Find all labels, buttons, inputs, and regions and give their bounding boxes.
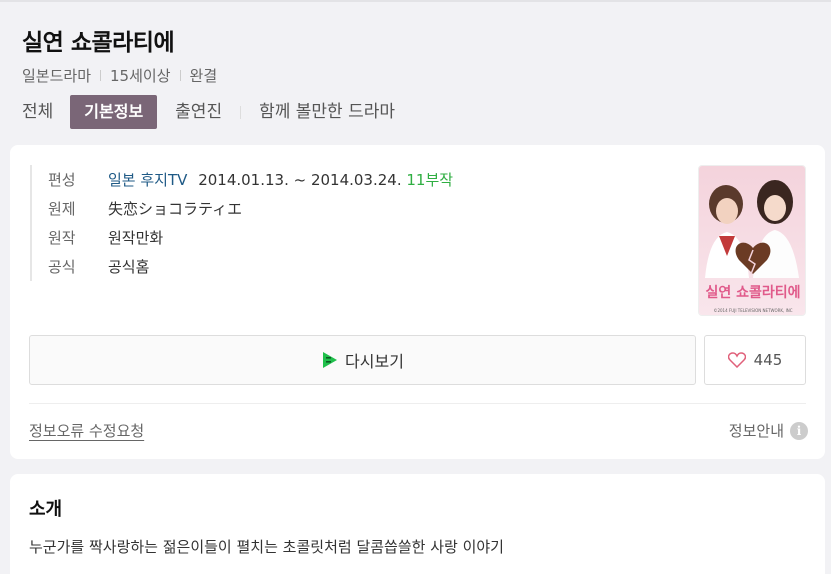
poster-title: 실연 쇼콜라티에 — [705, 285, 800, 301]
original-title-value: 失恋ショコラティエ — [108, 200, 243, 218]
info-guide-button[interactable]: 정보안내 i — [729, 420, 808, 441]
divider — [29, 403, 806, 404]
info-key: 원제 — [48, 200, 76, 218]
tab-bar: 전체 기본정보 출연진 함께 볼만한 드라마 — [22, 95, 395, 129]
tab-related-dramas[interactable]: 함께 볼만한 드라마 — [259, 95, 395, 129]
info-key: 공식 — [48, 258, 76, 276]
watch-again-label: 다시보기 — [345, 352, 404, 371]
info-icon: i — [790, 421, 808, 440]
play-icon — [321, 351, 339, 369]
info-key: 편성 — [48, 171, 76, 189]
info-row-original-title: 원제 失恋ショコラティエ — [48, 194, 453, 223]
info-row-original-work: 원작 원작만화 — [48, 223, 453, 252]
poster-copyright: ©2014 FUJI TELEVISION NETWORK, INC — [713, 308, 792, 313]
meta-rating: 15세이상 — [110, 67, 171, 85]
info-key: 원작 — [48, 229, 76, 247]
info-list: 편성 일본 후지TV 2014.01.13. ~ 2014.03.24. 11부… — [30, 165, 453, 281]
report-error-link[interactable]: 정보오류 수정요청 — [29, 420, 144, 441]
meta-status: 완결 — [189, 67, 218, 85]
header: 실연 쇼콜라티에 일본드라마 15세이상 완결 — [22, 28, 821, 86]
meta-info: 일본드라마 15세이상 완결 — [22, 65, 821, 86]
intro-text: 누군가를 짝사랑하는 젊은이들이 펼치는 초콜릿처럼 달콤씁쓸한 사랑 이야기 — [29, 538, 504, 556]
basic-info-card: 편성 일본 후지TV 2014.01.13. ~ 2014.03.24. 11부… — [10, 145, 825, 459]
intro-card: 소개 누군가를 짝사랑하는 젊은이들이 펼치는 초콜릿처럼 달콤씁쓸한 사랑 이… — [10, 474, 825, 574]
meta-genre: 일본드라마 — [22, 67, 92, 85]
intro-heading: 소개 — [29, 499, 63, 520]
tab-all[interactable]: 전체 — [22, 95, 53, 129]
tab-cast[interactable]: 출연진 — [175, 95, 222, 129]
original-work-link[interactable]: 원작만화 — [108, 227, 163, 248]
tab-basic-info[interactable]: 기본정보 — [70, 95, 158, 129]
like-button[interactable]: 445 — [704, 335, 806, 385]
info-row-broadcast: 편성 일본 후지TV 2014.01.13. ~ 2014.03.24. 11부… — [48, 165, 453, 194]
meta-divider — [100, 70, 102, 81]
like-count: 445 — [753, 351, 783, 369]
heart-icon — [727, 352, 746, 368]
poster-art: 실연 쇼콜라티에 ©2014 FUJI TELEVISION NETWORK, … — [699, 166, 805, 315]
watch-again-button[interactable]: 다시보기 — [29, 335, 696, 385]
broadcast-period: 2014.01.13. ~ 2014.03.24. — [198, 171, 402, 189]
meta-divider — [179, 70, 181, 81]
official-site-link[interactable]: 공식홈 — [108, 256, 149, 277]
tab-divider — [240, 105, 242, 119]
episode-count: 11부작 — [406, 171, 454, 189]
page-title: 실연 쇼콜라티에 — [22, 30, 175, 56]
channel-link[interactable]: 일본 후지TV — [108, 171, 187, 189]
info-guide-label: 정보안내 — [728, 422, 784, 440]
info-row-official: 공식 공식홈 — [48, 252, 453, 281]
poster-image[interactable]: 실연 쇼콜라티에 ©2014 FUJI TELEVISION NETWORK, … — [698, 165, 806, 316]
